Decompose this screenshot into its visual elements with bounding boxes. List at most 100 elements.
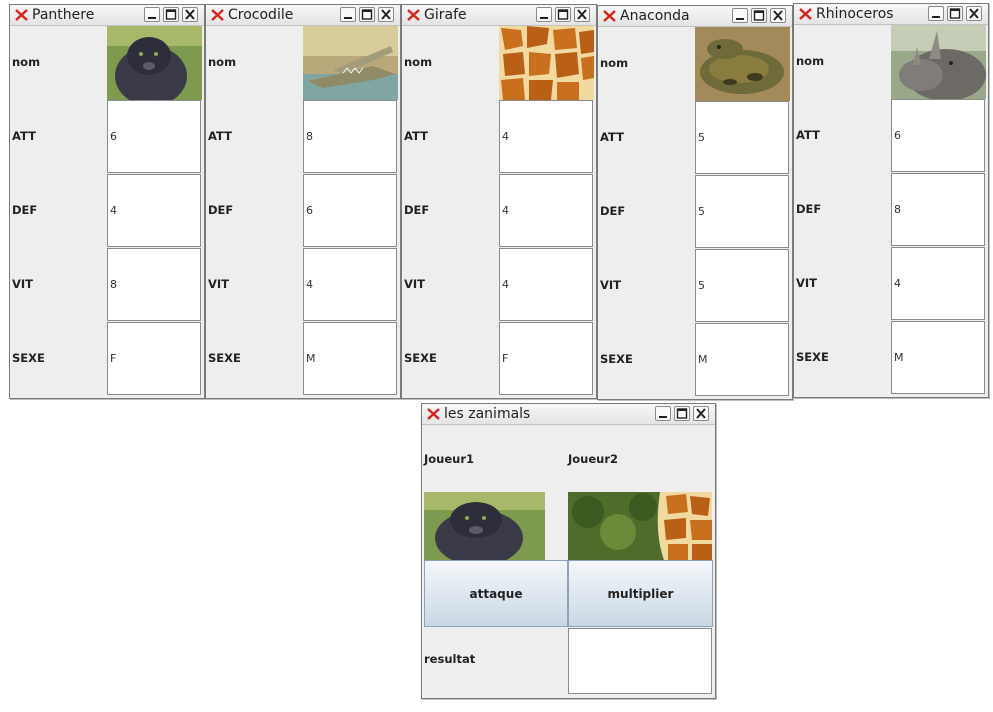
panther-photo (107, 26, 202, 100)
minimize-button[interactable] (144, 7, 160, 22)
window-rhinoceros: Rhinoceros nom ATT 6 DEF 8 VIT 4 SEXE M (793, 3, 989, 398)
close-button[interactable] (770, 8, 786, 23)
title-bar[interactable]: les zanimals (422, 404, 715, 425)
label-vit: VIT (796, 276, 818, 290)
label-att: ATT (12, 129, 36, 143)
window-title: Crocodile (228, 7, 294, 23)
close-x-icon (211, 9, 224, 21)
label-nom: nom (208, 55, 237, 69)
label-def: DEF (404, 203, 430, 217)
sexe-field[interactable]: F (499, 322, 593, 395)
minimize-button[interactable] (732, 8, 748, 23)
def-field[interactable]: 8 (891, 173, 985, 246)
maximize-button[interactable] (947, 6, 963, 21)
vit-field[interactable]: 4 (499, 248, 593, 321)
maximize-button[interactable] (751, 8, 767, 23)
def-field[interactable]: 5 (695, 175, 789, 248)
window-girafe: Girafe nom ATT 4 DEF 4 VIT 4 SEXE F (401, 4, 597, 399)
minimize-button[interactable] (928, 6, 944, 21)
label-vit: VIT (600, 278, 622, 292)
close-x-icon (427, 408, 440, 420)
minimize-button[interactable] (655, 406, 671, 421)
label-sexe: SEXE (208, 351, 241, 365)
vit-field[interactable]: 4 (303, 248, 397, 321)
label-def: DEF (796, 202, 822, 216)
label-sexe: SEXE (12, 351, 45, 365)
title-bar[interactable]: Rhinoceros (794, 4, 988, 25)
close-icon (577, 9, 587, 20)
minimize-button[interactable] (536, 7, 552, 22)
close-button[interactable] (182, 7, 198, 22)
maximize-button[interactable] (359, 7, 375, 22)
window-anaconda: Anaconda nom ATT 5 DEF 5 VIT 5 SEXE M (597, 5, 793, 400)
maximize-button[interactable] (163, 7, 179, 22)
def-field[interactable]: 4 (499, 174, 593, 247)
att-field[interactable]: 4 (499, 100, 593, 173)
close-x-icon (407, 9, 420, 21)
vit-field[interactable]: 5 (695, 249, 789, 322)
multiply-button[interactable]: multiplier (568, 560, 713, 627)
maximize-icon (361, 9, 373, 20)
anaconda-photo (695, 27, 790, 101)
title-bar[interactable]: Crocodile (206, 5, 400, 26)
def-field[interactable]: 4 (107, 174, 201, 247)
close-button[interactable] (966, 6, 982, 21)
close-icon (969, 8, 979, 19)
close-x-icon (799, 8, 812, 20)
window-crocodile: Crocodile nom ATT 8 DEF 6 VIT 4 SEXE M (205, 4, 401, 399)
att-field[interactable]: 8 (303, 100, 397, 173)
close-button[interactable] (378, 7, 394, 22)
title-bar[interactable]: Anaconda (598, 6, 792, 27)
close-button[interactable] (574, 7, 590, 22)
sexe-field[interactable]: M (303, 322, 397, 395)
att-field[interactable]: 5 (695, 101, 789, 174)
close-icon (381, 9, 391, 20)
minimize-icon (344, 17, 352, 19)
close-icon (696, 408, 706, 419)
minimize-icon (148, 17, 156, 19)
crocodile-photo (303, 26, 398, 100)
label-nom: nom (600, 56, 629, 70)
vit-field[interactable]: 8 (107, 248, 201, 321)
result-field[interactable] (568, 628, 712, 694)
maximize-icon (949, 8, 961, 19)
minimize-icon (932, 16, 940, 18)
window-title: Panthere (32, 7, 95, 23)
vit-field[interactable]: 4 (891, 247, 985, 320)
window-title: Girafe (424, 7, 467, 23)
label-vit: VIT (12, 277, 34, 291)
att-field[interactable]: 6 (891, 99, 985, 172)
label-sexe: SEXE (404, 351, 437, 365)
label-att: ATT (208, 129, 232, 143)
label-nom: nom (796, 54, 825, 68)
label-sexe: SEXE (600, 352, 633, 366)
minimize-icon (540, 17, 548, 19)
attack-button[interactable]: attaque (424, 560, 568, 627)
label-def: DEF (12, 203, 38, 217)
title-bar[interactable]: Girafe (402, 5, 596, 26)
window-title: Anaconda (620, 8, 690, 24)
close-button[interactable] (693, 406, 709, 421)
minimize-button[interactable] (340, 7, 356, 22)
sexe-field[interactable]: M (695, 323, 789, 396)
maximize-icon (165, 9, 177, 20)
def-field[interactable]: 6 (303, 174, 397, 247)
window-les-zanimals: les zanimals Joueur1 Joueur2 attaque mul… (421, 403, 716, 699)
rhinoceros-photo (891, 25, 986, 99)
player1-label: Joueur1 (424, 452, 475, 466)
maximize-button[interactable] (674, 406, 690, 421)
label-vit: VIT (208, 277, 230, 291)
giraffe-photo (499, 26, 594, 100)
att-field[interactable]: 6 (107, 100, 201, 173)
minimize-icon (659, 416, 667, 418)
window-panthere: Panthere nom ATT 6 DEF 4 VIT 8 SEXE F (9, 4, 205, 399)
label-att: ATT (600, 130, 624, 144)
title-bar[interactable]: Panthere (10, 5, 204, 26)
maximize-button[interactable] (555, 7, 571, 22)
sexe-field[interactable]: F (107, 322, 201, 395)
sexe-field[interactable]: M (891, 321, 985, 394)
close-icon (185, 9, 195, 20)
result-label: resultat (424, 652, 476, 666)
maximize-icon (557, 9, 569, 20)
close-x-icon (15, 9, 28, 21)
